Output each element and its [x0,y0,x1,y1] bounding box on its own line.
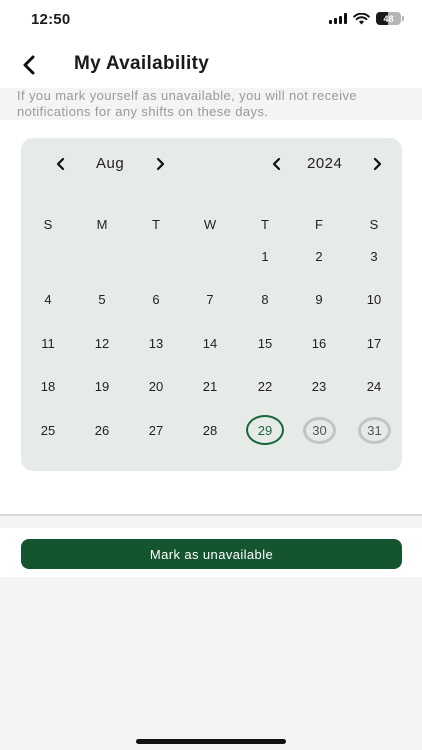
calendar-day[interactable]: 15 [248,328,282,358]
weekday-label: T [261,217,269,232]
page-title: My Availability [74,53,210,74]
next-month-button[interactable] [148,152,172,176]
home-indicator [136,739,286,744]
calendar-day[interactable]: 26 [85,415,119,445]
calendar-day[interactable]: 6 [139,284,173,314]
content-area: Aug 2024 S M T W T F S 1 2 3 4 5 6 7 8 9 10 11 12 13 14 15 16 1… [0,120,422,514]
calendar-day[interactable]: 1 [248,241,282,271]
calendar: Aug 2024 S M T W T F S 1 2 3 4 5 6 7 8 9 10 11 12 13 14 15 16 1… [21,138,402,471]
battery-icon: 48 [376,12,401,25]
calendar-day[interactable]: 28 [193,415,227,445]
month-label: Aug [96,155,125,172]
calendar-day[interactable]: 10 [357,284,391,314]
battery-level: 48 [383,13,394,24]
weekday-label: F [315,217,323,232]
calendar-day[interactable]: 4 [31,284,65,314]
info-text: If you mark yourself as unavailable, you… [0,88,422,120]
calendar-day[interactable]: 16 [302,328,336,358]
calendar-day[interactable]: 31 [358,417,391,444]
calendar-day[interactable]: 20 [139,371,173,401]
calendar-day[interactable]: 30 [303,417,336,444]
divider [0,514,422,516]
weekday-label: S [43,217,53,232]
status-icons: 48 [329,12,404,25]
weekday-label: T [152,217,160,232]
calendar-day[interactable]: 3 [357,241,391,271]
calendar-day[interactable]: 21 [193,371,227,401]
calendar-day[interactable]: 7 [193,284,227,314]
chevron-left-icon [272,157,281,171]
calendar-day[interactable]: 25 [31,415,65,445]
calendar-day[interactable]: 9 [302,284,336,314]
calendar-day[interactable]: 29 [246,415,284,445]
calendar-day[interactable]: 8 [248,284,282,314]
back-button[interactable] [14,50,44,80]
weekday-label: S [369,217,379,232]
prev-month-button[interactable] [49,152,73,176]
status-time: 12:50 [31,11,71,28]
calendar-day[interactable]: 22 [248,371,282,401]
chevron-right-icon [156,157,165,171]
calendar-day[interactable]: 12 [85,328,119,358]
weekday-label: W [203,217,217,232]
wifi-icon [353,12,370,24]
header: My Availability [0,42,422,88]
calendar-day[interactable]: 14 [193,328,227,358]
calendar-day[interactable]: 2 [302,241,336,271]
action-area: Mark as unavailable [0,528,422,577]
next-year-button[interactable] [365,152,389,176]
year-label: 2024 [307,155,343,172]
chevron-right-icon [373,157,382,171]
calendar-day[interactable]: 18 [31,371,65,401]
status-bar: 12:50 48 [0,0,422,42]
calendar-day[interactable]: 19 [85,371,119,401]
calendar-day[interactable]: 13 [139,328,173,358]
calendar-day[interactable]: 11 [31,328,65,358]
mark-unavailable-button[interactable]: Mark as unavailable [21,539,402,569]
prev-year-button[interactable] [265,152,289,176]
calendar-day[interactable]: 27 [139,415,173,445]
calendar-day[interactable]: 24 [357,371,391,401]
chevron-left-icon [56,157,65,171]
calendar-day[interactable]: 23 [302,371,336,401]
calendar-day[interactable]: 5 [85,284,119,314]
weekday-label: M [96,217,108,232]
calendar-day[interactable]: 17 [357,328,391,358]
cellular-signal-icon [329,13,347,24]
chevron-left-icon [23,55,35,75]
